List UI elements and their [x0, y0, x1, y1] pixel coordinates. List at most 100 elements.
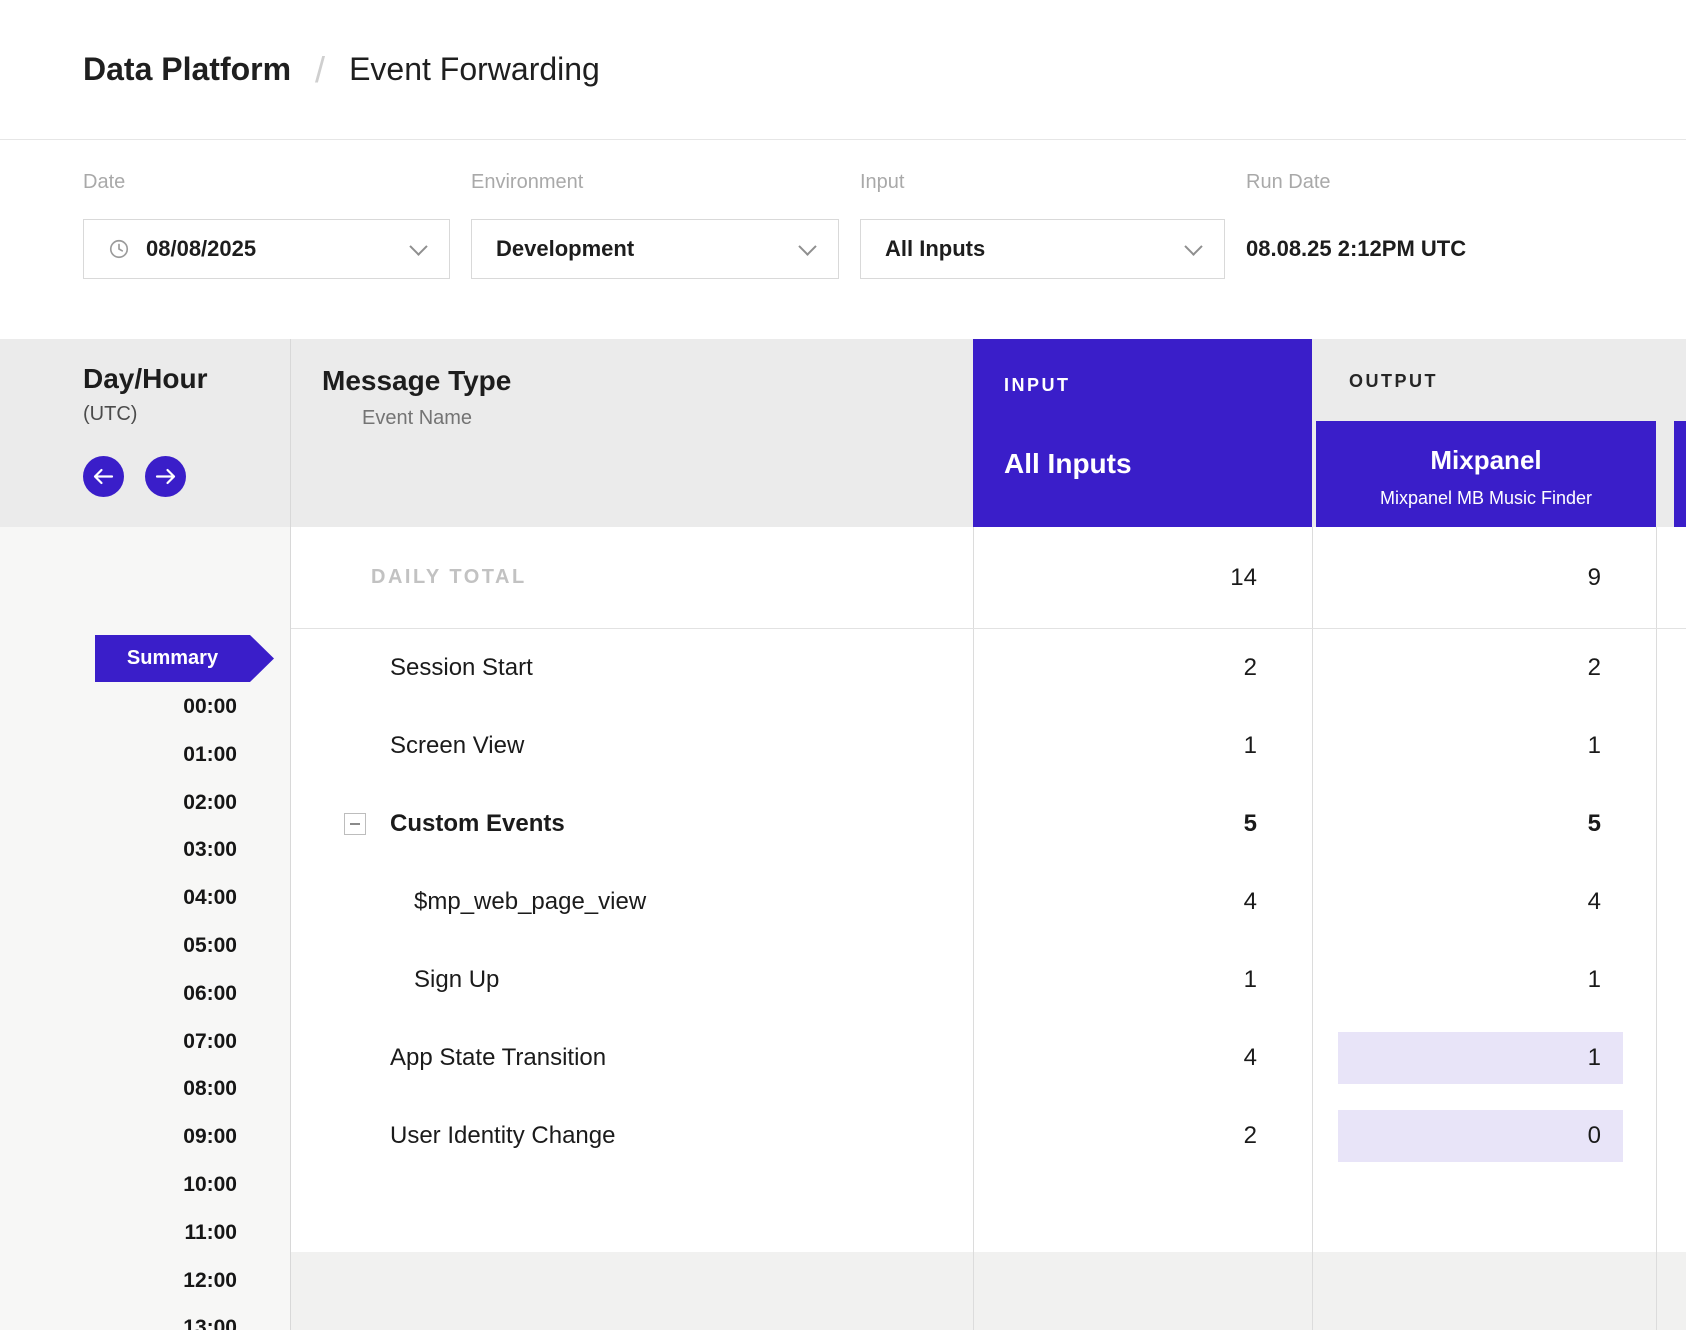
- page-title: Event Forwarding: [349, 51, 600, 88]
- hour-label: 10:00: [183, 1173, 237, 1196]
- environment-dropdown[interactable]: Development: [471, 219, 839, 279]
- hour-label: 03:00: [183, 838, 237, 861]
- output-highlight: [1338, 1110, 1623, 1162]
- breadcrumb: Data Platform / Event Forwarding: [0, 0, 1686, 140]
- event-name: $mp_web_page_view: [414, 863, 646, 941]
- hour-label: 12:00: [183, 1269, 237, 1292]
- hour-item[interactable]: 04:00: [0, 874, 237, 922]
- day-hour-header: Day/Hour (UTC): [83, 363, 207, 497]
- summary-badge[interactable]: Summary: [95, 635, 274, 682]
- bottom-strip: [290, 1252, 1686, 1330]
- daily-total-row: DAILY TOTAL 14 9: [290, 527, 1686, 629]
- output-highlight: [1338, 1032, 1623, 1084]
- message-type-header: Message Type Event Name: [322, 365, 511, 430]
- hour-list: 00:00 01:00 02:00 03:00 04:00 05:00 06:0…: [0, 683, 237, 1330]
- date-filter-label: Date: [83, 171, 450, 193]
- input-count: 2: [1244, 654, 1257, 682]
- event-name: Screen View: [390, 707, 524, 785]
- input-count-cell: 2: [973, 629, 1313, 707]
- collapse-toggle[interactable]: [344, 813, 366, 835]
- daily-total-input-value: 14: [1230, 564, 1257, 592]
- event-name: App State Transition: [390, 1019, 606, 1097]
- hour-item[interactable]: 10:00: [0, 1161, 237, 1209]
- next-output-column-partial: [1674, 421, 1686, 527]
- input-filter-label: Input: [860, 171, 1225, 193]
- day-nav: [83, 456, 207, 497]
- hour-item[interactable]: 03:00: [0, 826, 237, 874]
- input-count-cell: 4: [973, 1019, 1313, 1097]
- next-day-button[interactable]: [145, 456, 186, 497]
- output-count-cell: 1: [1313, 707, 1656, 785]
- grid-header: Day/Hour (UTC) Message Type Event Name: [0, 339, 1686, 527]
- date-filter-group: Date 08/08/2025: [83, 171, 450, 339]
- input-count: 4: [1244, 1044, 1257, 1072]
- message-type-title: Message Type: [322, 365, 511, 397]
- hour-item[interactable]: 13:00: [0, 1304, 237, 1330]
- output-column-header[interactable]: Mixpanel Mixpanel MB Music Finder: [1316, 421, 1656, 527]
- output-count: 0: [1588, 1122, 1601, 1150]
- run-date-value: 08.08.25 2:12PM UTC: [1246, 219, 1466, 279]
- hour-item[interactable]: 07:00: [0, 1018, 237, 1066]
- output-count: 1: [1588, 732, 1601, 760]
- environment-filter-label: Environment: [471, 171, 839, 193]
- input-dropdown[interactable]: All Inputs: [860, 219, 1225, 279]
- event-row: Custom Events 5 5: [290, 785, 1686, 863]
- hour-item[interactable]: 11:00: [0, 1209, 237, 1257]
- output-count: 2: [1588, 654, 1601, 682]
- event-rows: Session Start 2 2 Screen View 1 1 Custom…: [290, 629, 1686, 1175]
- hour-item[interactable]: 05:00: [0, 922, 237, 970]
- input-filter-group: Input All Inputs: [860, 171, 1225, 339]
- hour-item[interactable]: 06:00: [0, 970, 237, 1018]
- breadcrumb-section-link[interactable]: Data Platform: [83, 51, 291, 88]
- daily-total-input-cell: 14: [973, 527, 1313, 628]
- event-name: Custom Events: [390, 785, 565, 863]
- hour-label: 04:00: [183, 886, 237, 909]
- chevron-down-icon: [1184, 237, 1202, 255]
- arrow-left-icon: [93, 468, 114, 485]
- input-column-title: All Inputs: [1004, 448, 1312, 480]
- hour-item[interactable]: 01:00: [0, 731, 237, 779]
- daily-total-label: DAILY TOTAL: [371, 527, 527, 628]
- hour-label: 00:00: [183, 695, 237, 718]
- hour-label: 01:00: [183, 743, 237, 766]
- hour-item[interactable]: 12:00: [0, 1257, 237, 1305]
- input-count-cell: 5: [973, 785, 1313, 863]
- output-column-label: OUTPUT: [1349, 371, 1438, 392]
- chevron-down-icon: [409, 237, 427, 255]
- output-column-subtitle: Mixpanel MB Music Finder: [1316, 488, 1656, 509]
- event-forwarding-page: Data Platform / Event Forwarding Date 08…: [0, 0, 1686, 1330]
- hour-label: 06:00: [183, 982, 237, 1005]
- event-row: $mp_web_page_view 4 4: [290, 863, 1686, 941]
- event-name: Session Start: [390, 629, 533, 707]
- hour-item[interactable]: 08:00: [0, 1065, 237, 1113]
- input-column-label: INPUT: [1004, 375, 1312, 396]
- day-hour-title: Day/Hour: [83, 363, 207, 395]
- hour-label: 13:00: [183, 1316, 237, 1330]
- input-count-cell: 2: [973, 1097, 1313, 1175]
- output-count: 4: [1588, 888, 1601, 916]
- hour-item[interactable]: 09:00: [0, 1113, 237, 1161]
- event-row: Session Start 2 2: [290, 629, 1686, 707]
- input-count: 1: [1244, 732, 1257, 760]
- date-value: 08/08/2025: [146, 236, 256, 262]
- daily-total-output-value: 9: [1588, 564, 1601, 592]
- hour-item[interactable]: 00:00: [0, 683, 237, 731]
- prev-day-button[interactable]: [83, 456, 124, 497]
- arrow-right-icon: [155, 468, 176, 485]
- input-value: All Inputs: [885, 236, 985, 262]
- input-count-cell: 1: [973, 941, 1313, 1019]
- input-count: 5: [1244, 810, 1257, 838]
- hour-label: 05:00: [183, 934, 237, 957]
- event-row: Screen View 1 1: [290, 707, 1686, 785]
- output-column-title: Mixpanel: [1316, 445, 1656, 476]
- utc-subtitle: (UTC): [83, 403, 207, 426]
- hour-item[interactable]: 02:00: [0, 779, 237, 827]
- input-column-header[interactable]: INPUT All Inputs: [973, 339, 1312, 527]
- output-count-cell: 4: [1313, 863, 1656, 941]
- date-dropdown[interactable]: 08/08/2025: [83, 219, 450, 279]
- hour-label: 02:00: [183, 791, 237, 814]
- event-row: Sign Up 1 1: [290, 941, 1686, 1019]
- daily-total-output-cell: 9: [1313, 527, 1656, 628]
- minus-icon: [350, 823, 360, 825]
- output-count-cell: 1: [1313, 941, 1656, 1019]
